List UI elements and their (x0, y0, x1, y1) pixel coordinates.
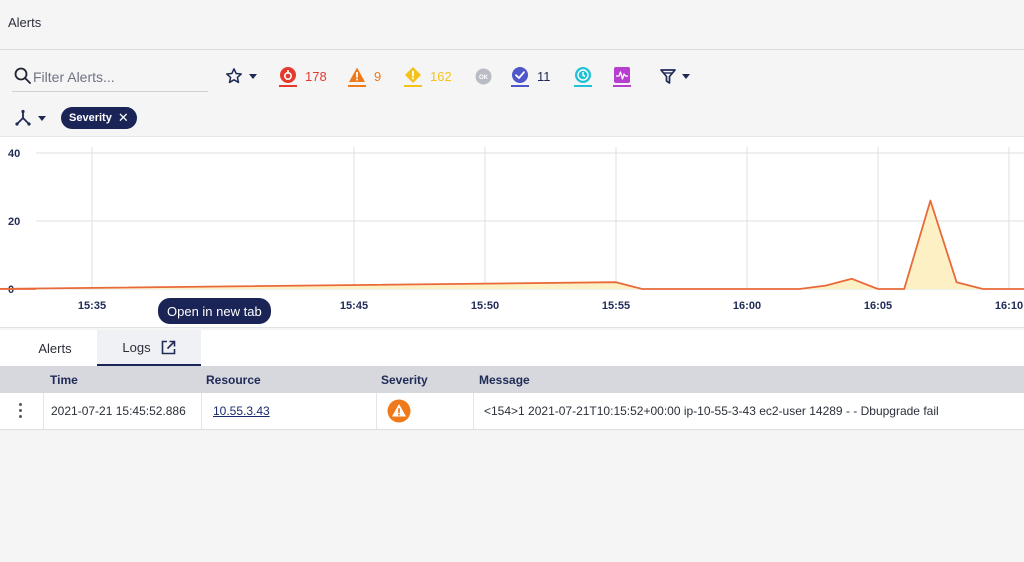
major-warning-icon (387, 399, 411, 423)
alerts-timeline-chart: 40 20 0 15:35 15:45 15:50 15:55 16:00 16:05 16:10 (0, 147, 1024, 312)
active-filters: Severity ✕ (0, 100, 1024, 136)
column-divider (473, 393, 474, 429)
series-line (0, 199, 1024, 290)
search-icon (14, 67, 31, 84)
y-tick-label: 0 (8, 284, 14, 296)
critical-count: 178 (305, 68, 327, 84)
tab-alerts-label: Alerts (38, 340, 72, 356)
major-filter[interactable]: 9 (348, 64, 381, 88)
series-area (0, 200, 1024, 289)
advanced-filter-dropdown[interactable] (660, 64, 690, 88)
alerts-chart: 40 20 0 15:35 15:45 15:50 15:55 16:00 16:05 16:10 (0, 136, 1024, 328)
pending-filter[interactable] (574, 64, 592, 88)
row-menu-icon[interactable] (19, 403, 23, 418)
column-divider (201, 393, 202, 429)
x-tick-label: 15:45 (340, 300, 368, 312)
row-resource-link[interactable]: 10.55.3.43 (213, 404, 270, 418)
major-count: 9 (374, 68, 382, 84)
minor-count: 162 (430, 68, 452, 84)
anomaly-icon (614, 66, 630, 83)
open-in-new-tab-tooltip: Open in new tab (158, 298, 271, 324)
table-header: Time Resource Severity Message (0, 366, 1024, 393)
y-tick-label: 20 (8, 216, 20, 228)
severity-chip-label: Severity (69, 112, 112, 124)
hierarchy-icon (15, 109, 31, 126)
acknowledged-count: 11 (537, 68, 551, 84)
row-message: <154>1 2021-07-21T10:15:52+00:00 ip-10-5… (484, 404, 939, 418)
favorites-dropdown[interactable] (225, 64, 257, 88)
filter-alerts-input[interactable] (33, 67, 203, 87)
filter-search[interactable] (12, 64, 208, 92)
ok-label: OK (479, 75, 489, 81)
bottom-tabs: Alerts Logs (0, 330, 1024, 366)
tab-logs[interactable]: Logs (97, 330, 201, 366)
major-warning-icon (349, 67, 365, 82)
row-time: 2021-07-21 15:45:52.886 (51, 404, 186, 418)
severity-filter-chip[interactable]: Severity ✕ (61, 107, 137, 129)
page-header: Alerts (0, 0, 1024, 50)
tab-logs-label: Logs (122, 339, 151, 355)
external-link-icon[interactable] (161, 340, 176, 355)
acknowledged-icon (512, 66, 528, 83)
alert-toolbar: 178 9 162 OK (0, 50, 1024, 100)
x-tick-label: 15:50 (471, 300, 499, 312)
logs-table: Time Resource Severity Message 2021-07-2… (0, 366, 1024, 430)
column-header-message[interactable]: Message (479, 373, 530, 387)
close-icon[interactable]: ✕ (118, 110, 129, 126)
x-tick-label: 16:05 (864, 300, 892, 312)
critical-filter[interactable]: 178 (279, 64, 327, 88)
column-header-resource[interactable]: Resource (206, 373, 261, 387)
x-tick-label: 16:10 (995, 300, 1023, 312)
clock-icon (575, 66, 591, 83)
anomaly-filter[interactable] (613, 64, 631, 88)
ok-icon: OK (475, 68, 492, 84)
chevron-down-icon (682, 73, 690, 79)
chevron-down-icon (249, 73, 257, 79)
y-tick-label: 40 (8, 148, 20, 160)
critical-icon (280, 66, 296, 83)
x-tick-label: 15:55 (602, 300, 630, 312)
acknowledged-filter[interactable]: 11 (511, 64, 551, 88)
page-title: Alerts (8, 15, 42, 30)
minor-filter[interactable]: 162 (404, 64, 452, 88)
x-tick-label: 15:35 (78, 300, 106, 312)
x-tick-label: 16:00 (733, 300, 761, 312)
column-divider (43, 393, 44, 429)
table-row[interactable]: 2021-07-21 15:45:52.886 10.55.3.43 <154>… (0, 393, 1024, 430)
column-divider (376, 393, 377, 429)
chevron-down-icon (38, 115, 46, 121)
column-header-time[interactable]: Time (50, 373, 78, 387)
ok-filter[interactable]: OK (475, 64, 492, 88)
group-by-dropdown[interactable] (14, 108, 46, 128)
row-severity (387, 393, 411, 429)
funnel-icon (660, 68, 676, 84)
column-header-severity[interactable]: Severity (381, 373, 428, 387)
tab-alerts[interactable]: Alerts (20, 330, 90, 366)
minor-warning-icon (405, 66, 421, 83)
star-icon (226, 68, 242, 84)
